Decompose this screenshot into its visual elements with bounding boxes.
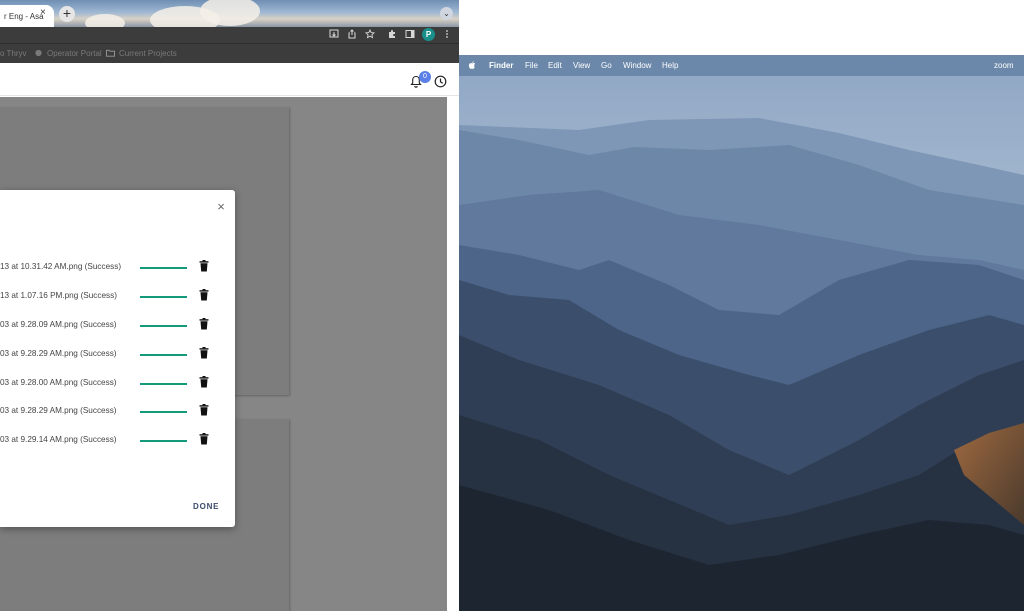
desktop-wallpaper (459, 55, 1024, 611)
bookmark-operator-portal[interactable]: Operator Portal (34, 49, 102, 58)
bookmark-thryv[interactable]: o Thryv (0, 49, 27, 58)
side-panel-icon[interactable] (404, 29, 416, 41)
menu-view[interactable]: View (573, 61, 590, 70)
tab-search-chevron-icon[interactable]: ⌄ (440, 7, 453, 20)
file-name: 13 at 10.31.42 AM.png (Success) (0, 262, 122, 271)
browser-toolbar (0, 27, 459, 43)
wallpaper-cloud (200, 0, 260, 26)
close-icon[interactable]: × (215, 200, 227, 214)
app-header: 0 (0, 63, 459, 96)
file-row: 03 at 9.28.29 AM.png (Success) (0, 345, 235, 365)
mountain-landscape-image (459, 55, 1024, 611)
bookmark-label: Operator Portal (47, 49, 102, 58)
bookmark-star-icon[interactable] (364, 28, 376, 41)
upload-progress-fill (140, 411, 187, 413)
trash-icon[interactable] (199, 433, 209, 445)
trash-icon[interactable] (199, 260, 209, 272)
bookmark-label: Current Projects (119, 49, 177, 58)
menu-window[interactable]: Window (623, 61, 651, 70)
file-name: 03 at 9.29.14 AM.png (Success) (0, 435, 117, 444)
file-name: 13 at 1.07.16 PM.png (Success) (0, 291, 117, 300)
file-row: 03 at 9.28.09 AM.png (Success) (0, 316, 235, 336)
file-row: 13 at 10.31.42 AM.png (Success) (0, 258, 235, 278)
file-row: 03 at 9.28.29 AM.png (Success) (0, 402, 235, 422)
upload-progress-bar (140, 440, 187, 442)
zoom-status-item[interactable]: zoom (994, 61, 1014, 70)
upload-progress-bar (140, 383, 187, 385)
bookmark-label: o Thryv (0, 49, 27, 58)
upload-progress-fill (140, 296, 187, 298)
macos-menu-bar: Finder File Edit View Go Window Help zoo… (459, 55, 1024, 76)
upload-progress-bar (140, 411, 187, 413)
history-clock-icon[interactable] (434, 75, 447, 88)
folder-icon (106, 49, 115, 57)
bookmark-current-projects[interactable]: Current Projects (106, 49, 177, 58)
tab-title: r Eng - Asa (4, 12, 44, 21)
globe-icon (35, 49, 42, 57)
upload-progress-fill (140, 440, 187, 442)
done-button[interactable]: DONE (193, 502, 219, 511)
file-name: 03 at 9.28.29 AM.png (Success) (0, 406, 117, 415)
upload-progress-fill (140, 325, 187, 327)
menu-go[interactable]: Go (601, 61, 612, 70)
browser-window: r Eng - Asa × + ⌄ P o Thryv Operator Por… (0, 0, 459, 611)
upload-progress-fill (140, 354, 187, 356)
upload-progress-fill (140, 267, 187, 269)
upload-progress-bar (140, 267, 187, 269)
menu-file[interactable]: File (525, 61, 538, 70)
install-app-icon[interactable] (328, 29, 340, 41)
trash-icon[interactable] (199, 376, 209, 388)
file-row: 03 at 9.28.00 AM.png (Success) (0, 374, 235, 394)
trash-icon[interactable] (199, 289, 209, 301)
trash-icon[interactable] (199, 347, 209, 359)
notification-count-badge: 0 (419, 71, 431, 83)
trash-icon[interactable] (199, 404, 209, 416)
upload-dialog: × 13 at 10.31.42 AM.png (Success) 13 at … (0, 190, 235, 527)
apple-menu-icon[interactable] (468, 60, 477, 70)
upload-progress-bar (140, 354, 187, 356)
trash-icon[interactable] (199, 318, 209, 330)
file-name: 03 at 9.28.00 AM.png (Success) (0, 378, 117, 387)
tab-close-icon[interactable]: × (40, 7, 46, 18)
upload-progress-fill (140, 383, 187, 385)
upload-progress-bar (140, 296, 187, 298)
extensions-puzzle-icon[interactable] (386, 29, 398, 41)
file-row: 13 at 1.07.16 PM.png (Success) (0, 287, 235, 307)
upload-progress-bar (140, 325, 187, 327)
menu-help[interactable]: Help (662, 61, 678, 70)
more-menu-icon[interactable] (441, 29, 453, 41)
file-name: 03 at 9.28.29 AM.png (Success) (0, 349, 117, 358)
tab-strip: r Eng - Asa × + ⌄ (0, 0, 459, 34)
profile-avatar[interactable]: P (422, 28, 435, 41)
new-tab-button[interactable]: + (59, 6, 75, 22)
share-icon[interactable] (346, 29, 358, 41)
menu-edit[interactable]: Edit (548, 61, 562, 70)
file-name: 03 at 9.28.09 AM.png (Success) (0, 320, 117, 329)
bookmarks-bar: o Thryv Operator Portal Current Projects (0, 43, 459, 63)
menu-app-name[interactable]: Finder (489, 61, 513, 70)
page-right-gutter (447, 97, 459, 611)
file-row: 03 at 9.29.14 AM.png (Success) (0, 431, 235, 451)
